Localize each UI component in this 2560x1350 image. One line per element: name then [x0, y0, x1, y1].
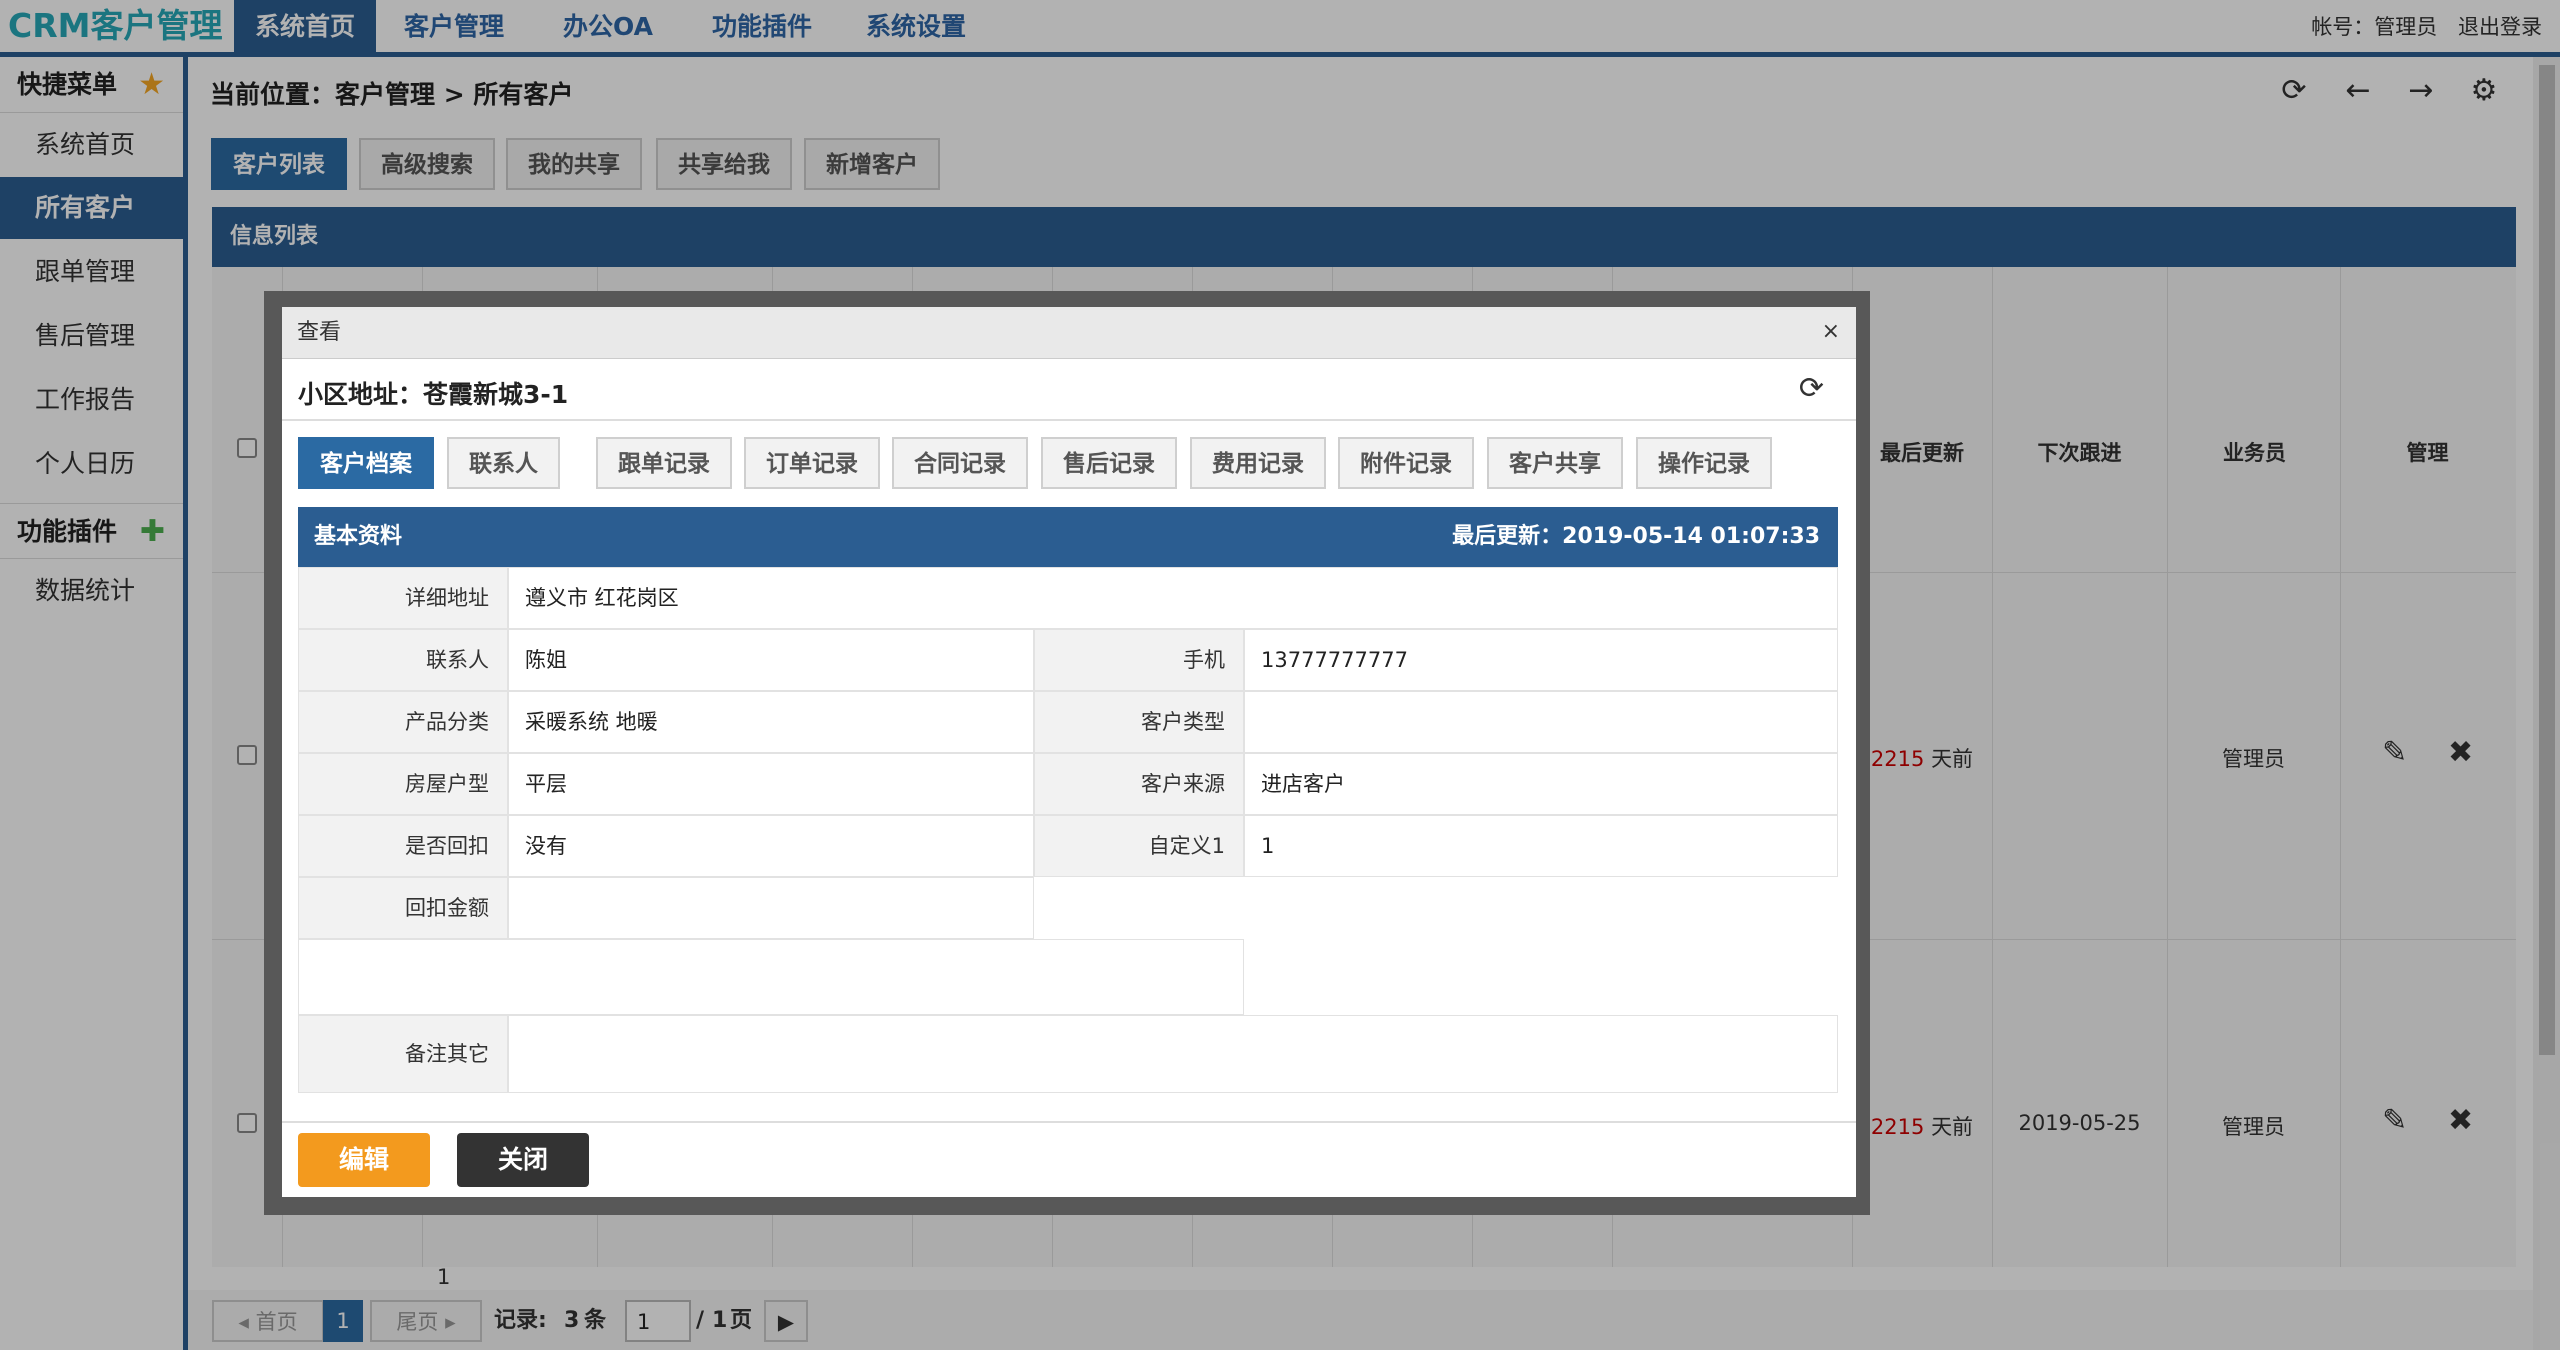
- remark-value: [508, 1015, 1838, 1093]
- source-value: 进店客户: [1244, 753, 1838, 815]
- field-label: 详细地址: [298, 567, 508, 629]
- dialog-body: 查看 × 小区地址：苍霞新城3-1 ⟳ 客户档案 联系人 跟单记录 订单记录 合…: [282, 307, 1856, 1197]
- field-label: 客户来源: [1034, 753, 1244, 815]
- tab-followups[interactable]: 跟单记录: [596, 437, 732, 489]
- tab-attachments[interactable]: 附件记录: [1338, 437, 1474, 489]
- custom1-value: 1: [1244, 815, 1838, 877]
- last-updated: 最后更新：2019-05-14 01:07:33: [1452, 524, 1820, 549]
- rebate-value: 没有: [508, 815, 1034, 877]
- field-label: 自定义1: [1034, 815, 1244, 877]
- tab-orders[interactable]: 订单记录: [744, 437, 880, 489]
- field-label: 手机: [1034, 629, 1244, 691]
- field-label: 回扣金额: [298, 877, 508, 939]
- dialog-subtitle: 小区地址：苍霞新城3-1: [298, 380, 569, 409]
- phone-value: 13777777777: [1244, 629, 1838, 691]
- dialog-title: 查看: [297, 320, 342, 345]
- close-icon[interactable]: ×: [1822, 307, 1840, 357]
- dialog-titlebar: 查看 ×: [282, 307, 1856, 359]
- edit-button[interactable]: 编辑: [298, 1133, 430, 1187]
- tab-expenses[interactable]: 费用记录: [1190, 437, 1326, 489]
- tab-contacts[interactable]: 联系人: [447, 437, 560, 489]
- tab-contracts[interactable]: 合同记录: [892, 437, 1028, 489]
- tab-sharing[interactable]: 客户共享: [1487, 437, 1623, 489]
- field-label: 客户类型: [1034, 691, 1244, 753]
- contact-value: 陈姐: [508, 629, 1034, 691]
- field-label: 房屋户型: [298, 753, 508, 815]
- tab-operation-log[interactable]: 操作记录: [1636, 437, 1772, 489]
- close-button[interactable]: 关闭: [457, 1133, 589, 1187]
- field-label: 备注其它: [298, 1015, 508, 1093]
- field-label: 联系人: [298, 629, 508, 691]
- product-value: 采暖系统 地暖: [508, 691, 1034, 753]
- tab-profile[interactable]: 客户档案: [298, 437, 434, 489]
- rebate-amount-value: [508, 877, 1034, 939]
- address-value: 遵义市 红花岗区: [508, 567, 1838, 629]
- section-header: 基本资料 最后更新：2019-05-14 01:07:33: [298, 507, 1838, 567]
- field-label: 产品分类: [298, 691, 508, 753]
- field-label: 是否回扣: [298, 815, 508, 877]
- view-dialog: 查看 × 小区地址：苍霞新城3-1 ⟳ 客户档案 联系人 跟单记录 订单记录 合…: [264, 291, 1870, 1215]
- house-type-value: 平层: [508, 753, 1034, 815]
- tab-aftersales[interactable]: 售后记录: [1041, 437, 1177, 489]
- refresh-icon[interactable]: ⟳: [1799, 371, 1824, 406]
- section-title: 基本资料: [314, 524, 403, 549]
- customer-type-value: [1244, 691, 1838, 753]
